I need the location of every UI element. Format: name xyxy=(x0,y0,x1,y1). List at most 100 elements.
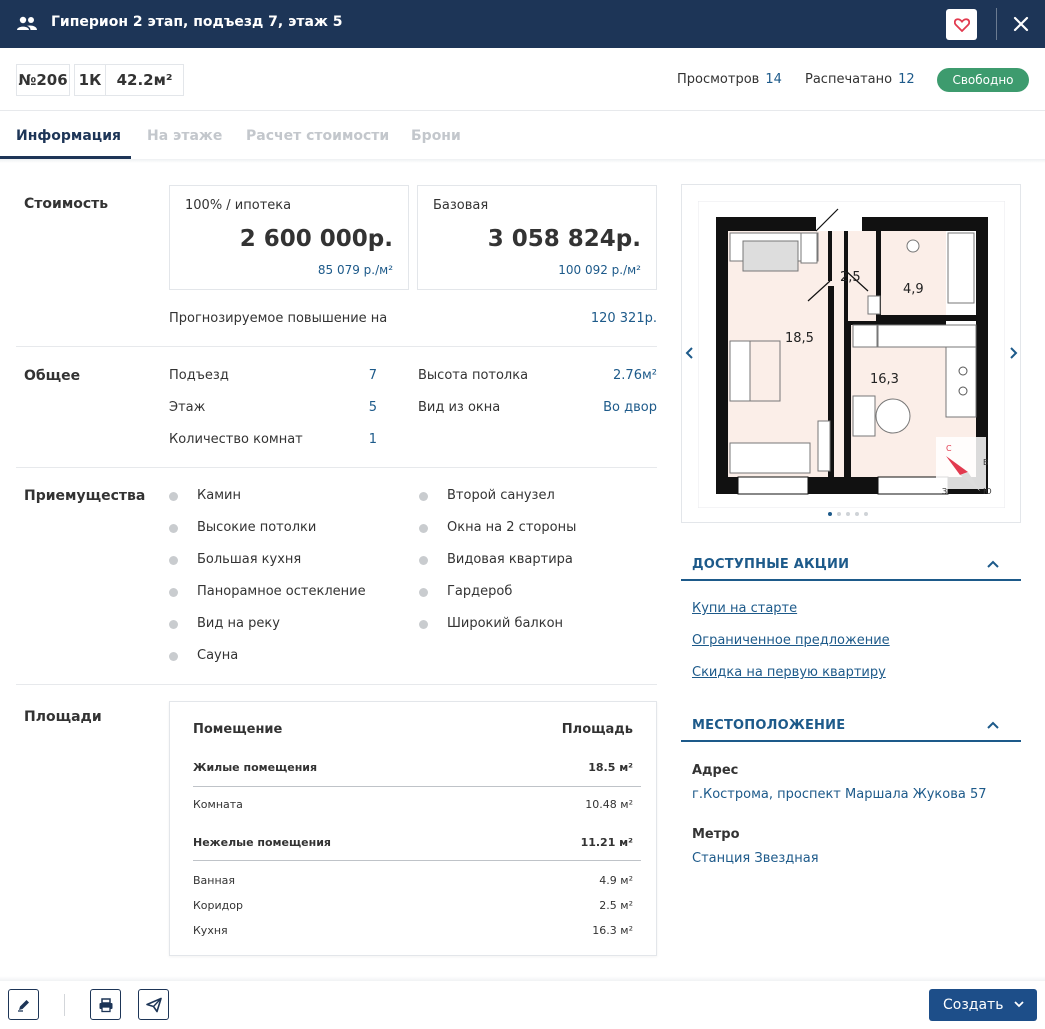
heart-icon xyxy=(953,17,970,32)
printer-icon xyxy=(99,997,112,1012)
row-divider xyxy=(193,786,641,787)
svg-text:З: З xyxy=(942,487,947,496)
price-card-mortgage: 100% / ипотека 2 600 000р. 85 079 р./м² xyxy=(169,185,409,290)
row-name: Нежелые помещения xyxy=(193,836,331,849)
advantage-item: Окна на 2 стороны xyxy=(419,520,576,535)
ceiling-value: 2.76м² xyxy=(613,368,657,383)
tab-on-floor[interactable]: На этаже xyxy=(147,128,222,144)
advantage-item: Широкий балкон xyxy=(419,616,563,631)
kitchen-area-label: 16,3 xyxy=(870,372,899,387)
send-button[interactable] xyxy=(138,989,169,1020)
window-view-label: Вид из окна xyxy=(418,400,501,415)
floor-plan-card: С В Ю З 18,5 2,5 4,9 16,3 xyxy=(681,184,1021,523)
location-underline xyxy=(681,740,1021,742)
tab-cost-calculation[interactable]: Расчет стоимости xyxy=(246,128,389,144)
advantage-item: Сауна xyxy=(169,648,238,663)
price-per-sqm: 85 079 р./м² xyxy=(317,263,393,277)
row-area: 11.21 м² xyxy=(580,836,633,849)
table-row: Комната 10.48 м² xyxy=(193,798,633,811)
entrance-value: 7 xyxy=(368,368,377,383)
create-button[interactable]: Создать xyxy=(929,989,1037,1021)
forecast-label: Прогнозируемое повышение на xyxy=(169,311,388,326)
chevron-left-icon[interactable] xyxy=(684,345,696,361)
slide-dot[interactable] xyxy=(855,512,859,516)
section-divider xyxy=(16,684,657,685)
row-area: 18.5 м² xyxy=(588,761,633,774)
footer-separator xyxy=(64,994,65,1016)
window-view-value: Во двор xyxy=(603,400,657,415)
slide-dot[interactable] xyxy=(846,512,850,516)
metro-value: Станция Звездная xyxy=(692,851,819,866)
pen-icon xyxy=(17,999,29,1012)
close-icon[interactable] xyxy=(1010,13,1032,35)
chevron-up-icon[interactable] xyxy=(986,720,1000,730)
info-divider xyxy=(0,110,1045,111)
chevron-right-icon[interactable] xyxy=(1007,345,1019,361)
promo-link[interactable]: Скидка на первую квартиру xyxy=(692,665,886,680)
room-area-label: 18,5 xyxy=(785,331,814,346)
section-divider xyxy=(16,346,657,347)
section-general-label: Общее xyxy=(24,368,81,384)
window-header: Гиперион 2 этап, подъезд 7, этаж 5 xyxy=(0,0,1045,48)
printed-count: 12 xyxy=(898,72,915,87)
edit-button[interactable] xyxy=(8,989,39,1020)
floor-label: Этаж xyxy=(169,400,206,415)
slide-dot[interactable] xyxy=(828,512,832,516)
advantage-item: Гардероб xyxy=(419,584,512,599)
promotions-title[interactable]: ДОСТУПНЫЕ АКЦИИ xyxy=(692,557,849,572)
svg-text:В: В xyxy=(983,458,989,467)
paper-plane-icon xyxy=(145,997,162,1012)
promo-link[interactable]: Купи на старте xyxy=(692,601,797,616)
row-name: Коридор xyxy=(193,899,243,912)
advantage-item: Камин xyxy=(169,488,241,503)
views-label: Просмотров xyxy=(677,72,760,87)
floor-value: 5 xyxy=(368,400,377,415)
bath-area-label: 4,9 xyxy=(903,282,924,297)
address-value: г.Кострома, проспект Маршала Жукова 57 xyxy=(692,787,987,802)
price-label: Базовая xyxy=(433,198,489,213)
row-area: 2.5 м² xyxy=(599,899,633,912)
section-advantages-label: Приемущества xyxy=(24,488,146,504)
apartment-area: 42.2м² xyxy=(105,64,184,96)
advantage-item: Видовая квартира xyxy=(419,552,573,567)
views-count: 14 xyxy=(765,72,782,87)
floor-plan-image[interactable]: С В Ю З 18,5 2,5 4,9 16,3 xyxy=(698,201,1005,508)
printed-stat: Распечатано 12 xyxy=(805,72,915,87)
rooms-label: Количество комнат xyxy=(169,432,303,447)
forecast-value: 120 321р. xyxy=(590,311,657,326)
status-badge: Свободно xyxy=(937,68,1029,92)
table-row: Нежелые помещения 11.21 м² xyxy=(193,836,633,849)
chevron-up-icon[interactable] xyxy=(986,559,1000,569)
col-room-header: Помещение xyxy=(193,722,283,737)
rooms-value: 1 xyxy=(368,432,377,447)
apartment-number: №206 xyxy=(16,64,70,96)
favorite-button[interactable] xyxy=(946,9,977,40)
slide-dots xyxy=(828,512,868,516)
row-divider xyxy=(193,860,641,861)
tab-information[interactable]: Информация xyxy=(16,128,121,144)
row-area: 16.3 м² xyxy=(592,924,633,937)
svg-text:С: С xyxy=(946,444,952,453)
price-card-base: Базовая 3 058 824р. 100 092 р./м² xyxy=(417,185,657,290)
price-value: 2 600 000р. xyxy=(239,226,393,252)
row-area: 4.9 м² xyxy=(599,874,633,887)
table-row: Жилые помещения 18.5 м² xyxy=(193,761,633,774)
table-row: Ванная 4.9 м² xyxy=(193,874,633,887)
slide-dot[interactable] xyxy=(864,512,868,516)
address-label: Адрес xyxy=(692,763,739,778)
apartment-type: 1К xyxy=(74,64,106,96)
tab-bookings[interactable]: Брони xyxy=(411,128,461,144)
create-button-label: Создать xyxy=(943,997,1004,1013)
svg-text:Ю: Ю xyxy=(983,487,992,496)
corridor-area-label: 2,5 xyxy=(840,270,861,285)
promo-link[interactable]: Ограниченное предложение xyxy=(692,633,890,648)
row-name: Комната xyxy=(193,798,243,811)
metro-label: Метро xyxy=(692,827,740,842)
print-button[interactable] xyxy=(90,989,121,1020)
advantage-item: Высокие потолки xyxy=(169,520,316,535)
section-cost-label: Стоимость xyxy=(24,196,109,212)
slide-dot[interactable] xyxy=(837,512,841,516)
advantage-item: Второй санузел xyxy=(419,488,555,503)
location-title[interactable]: МЕСТОПОЛОЖЕНИЕ xyxy=(692,718,845,733)
price-label: 100% / ипотека xyxy=(185,198,292,213)
